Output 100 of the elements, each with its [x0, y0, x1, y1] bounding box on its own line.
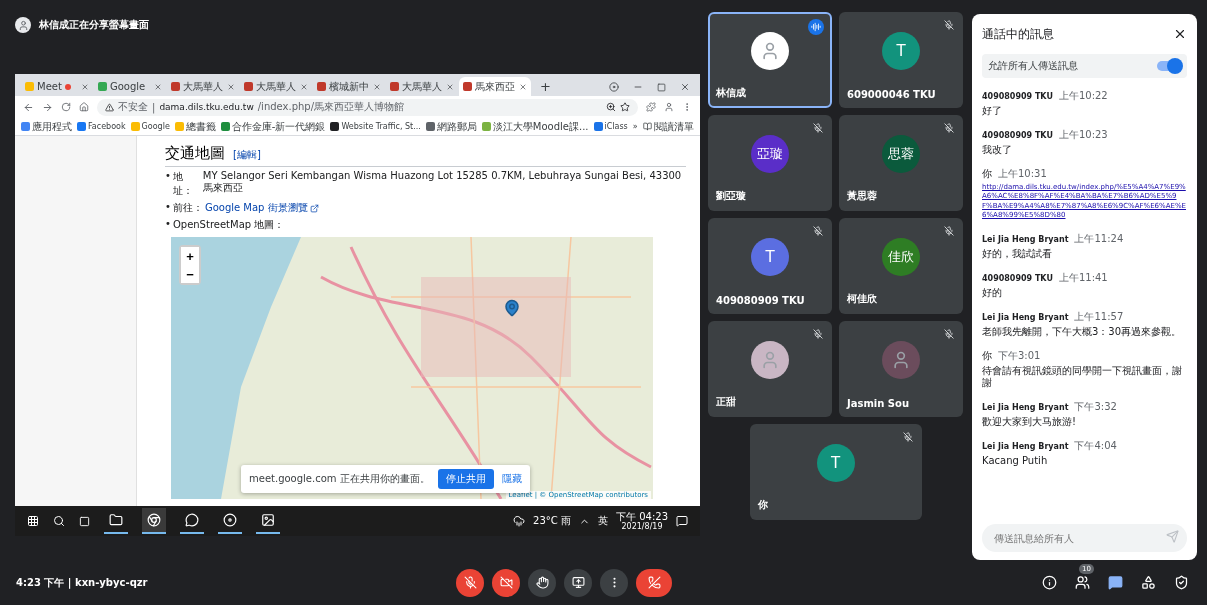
- back-icon[interactable]: [23, 101, 34, 113]
- edit-link[interactable]: [編輯]: [233, 148, 261, 162]
- participant-avatar: 亞璇: [751, 135, 789, 173]
- new-tab-button[interactable]: +: [532, 79, 559, 96]
- tab-close-icon[interactable]: [373, 82, 381, 91]
- bookmark[interactable]: Google: [130, 122, 170, 131]
- mic-button[interactable]: [456, 568, 484, 597]
- stop-sharing-button[interactable]: 停止共用: [437, 469, 494, 489]
- message-sender: Lei Jia Heng Bryant: [982, 234, 1069, 244]
- message-sender: 409080909 TKU: [982, 92, 1053, 101]
- bullet-marker: •: [165, 218, 171, 231]
- activities-button[interactable]: [1141, 575, 1156, 590]
- browser-tab[interactable]: 檳城新中: [313, 77, 385, 96]
- bookmark[interactable]: 合作金庫-新一代網銀: [220, 119, 326, 134]
- clock-date: 2021/8/19: [621, 521, 663, 531]
- tab-close-icon[interactable]: [446, 82, 454, 91]
- browser-tab[interactable]: 馬來西亞: [459, 77, 531, 96]
- tab-close-icon[interactable]: [519, 82, 527, 91]
- bookmarks-overflow[interactable]: »: [632, 122, 638, 131]
- photos-glyph-icon: [261, 513, 275, 527]
- map-link[interactable]: Google Map 街景瀏覽: [204, 201, 319, 215]
- participant-name: 柯佳欣: [847, 292, 877, 306]
- profile-icon[interactable]: [664, 102, 674, 112]
- bookmark-favicon-icon: [425, 122, 435, 131]
- activities-icon: [1141, 575, 1156, 590]
- map-pin-icon[interactable]: [503, 299, 521, 317]
- bookmark[interactable]: 應用程式: [21, 119, 72, 134]
- person-silhouette-icon: [891, 350, 911, 370]
- presenting-banner-text: 林信成正在分享螢幕畫面: [39, 18, 149, 32]
- bookmark[interactable]: iClass: [593, 122, 628, 131]
- participant-name: 409080909 TKU: [716, 295, 805, 306]
- star-icon[interactable]: [620, 102, 630, 112]
- browser-tab[interactable]: 大馬華人: [386, 77, 458, 96]
- participant-avatar: T: [882, 32, 920, 70]
- mic-slash-icon: [944, 123, 954, 133]
- tab-close-icon[interactable]: [300, 82, 308, 91]
- address-bar[interactable]: 不安全 | dama.dils.tku.edu.tw /index.php/馬來西亞華人博物館: [97, 98, 638, 116]
- browser-tab[interactable]: Google: [94, 77, 166, 96]
- people-button[interactable]: [1075, 575, 1090, 590]
- info-button[interactable]: [1042, 575, 1057, 590]
- tab-close-icon[interactable]: [227, 82, 235, 91]
- section-heading: 交通地圖: [165, 144, 225, 163]
- bookmark[interactable]: 總書籤: [174, 119, 216, 134]
- message-sender: 409080909 TKU: [982, 273, 1053, 283]
- bookmark-favicon-icon: [174, 122, 184, 131]
- share-notice-text: meet.google.com 正在共用你的畫面。: [249, 472, 430, 486]
- tab-close-icon[interactable]: [154, 82, 162, 91]
- task-view-icon[interactable]: [79, 515, 90, 527]
- reading-list[interactable]: 閱讀清單: [643, 119, 694, 134]
- extensions-icon[interactable]: [646, 102, 656, 112]
- browser-tab[interactable]: 大馬華人: [240, 77, 312, 96]
- search-icon[interactable]: [53, 515, 65, 527]
- message-input[interactable]: 傳送訊息給所有人: [982, 524, 1187, 552]
- message-text: 好的，我試試看: [982, 247, 1053, 260]
- weather-icon: [513, 515, 526, 527]
- message-time: 上午11:41: [1058, 270, 1108, 285]
- forward-icon[interactable]: [42, 101, 53, 113]
- meeting-time-code: 4:23 下午 | kxn-ybyc-qzr: [16, 575, 149, 590]
- external-link-icon: [309, 203, 319, 213]
- hand-button[interactable]: [528, 568, 556, 597]
- bookmark[interactable]: Facebook: [77, 122, 126, 131]
- message-sender: 你: [982, 348, 992, 363]
- safety-icon: [1174, 575, 1189, 590]
- notifications-icon[interactable]: [676, 515, 688, 527]
- present-icon: [571, 576, 585, 589]
- hide-button[interactable]: 隱藏: [501, 472, 522, 486]
- chat-button[interactable]: [1108, 575, 1123, 590]
- tab-close-icon[interactable]: [81, 82, 89, 91]
- browser-tab[interactable]: Meet: [21, 77, 93, 96]
- start-icon[interactable]: [27, 515, 39, 527]
- bookmark[interactable]: 淡江大學Moodle課...: [481, 119, 589, 134]
- camera-button[interactable]: [492, 568, 520, 597]
- bullet-label: 前往：: [172, 201, 203, 215]
- home-icon[interactable]: [79, 102, 89, 112]
- bookmark-favicon-icon: [77, 122, 86, 131]
- present-button[interactable]: [564, 568, 592, 597]
- bookmark[interactable]: 網路郵局: [425, 119, 477, 134]
- zoom-icon[interactable]: [606, 102, 616, 112]
- disc-glyph-icon: [223, 513, 237, 527]
- reload-icon[interactable]: [61, 102, 71, 112]
- mic-slash-icon: [902, 432, 913, 442]
- url-host: dama.dils.tku.edu.tw: [159, 102, 254, 112]
- restore-icon[interactable]: [657, 82, 666, 92]
- browser-tab[interactable]: 大馬華人: [167, 77, 239, 96]
- message-time: 下午4:04: [1074, 438, 1117, 453]
- ime-indicator[interactable]: 英: [598, 514, 608, 528]
- message-text: 待會請有視訊鏡頭的同學開一下視訊畫面，謝謝: [982, 364, 1183, 389]
- allow-messages-toggle[interactable]: [1157, 61, 1181, 71]
- bullet-marker: •: [165, 170, 171, 183]
- bookmark[interactable]: Website Traffic, St...: [330, 122, 421, 131]
- close-icon[interactable]: [680, 82, 690, 92]
- close-button[interactable]: [1173, 27, 1187, 41]
- safety-button[interactable]: [1174, 575, 1189, 590]
- mic-slash-icon: [944, 226, 954, 236]
- more-button[interactable]: [600, 568, 628, 597]
- hangup-button[interactable]: [636, 568, 672, 597]
- chrome-icon[interactable]: [142, 508, 166, 534]
- message-sender: 你: [982, 167, 992, 181]
- bullet-text: OpenStreetMap 地圖：: [172, 218, 285, 232]
- hand-icon: [535, 576, 549, 589]
